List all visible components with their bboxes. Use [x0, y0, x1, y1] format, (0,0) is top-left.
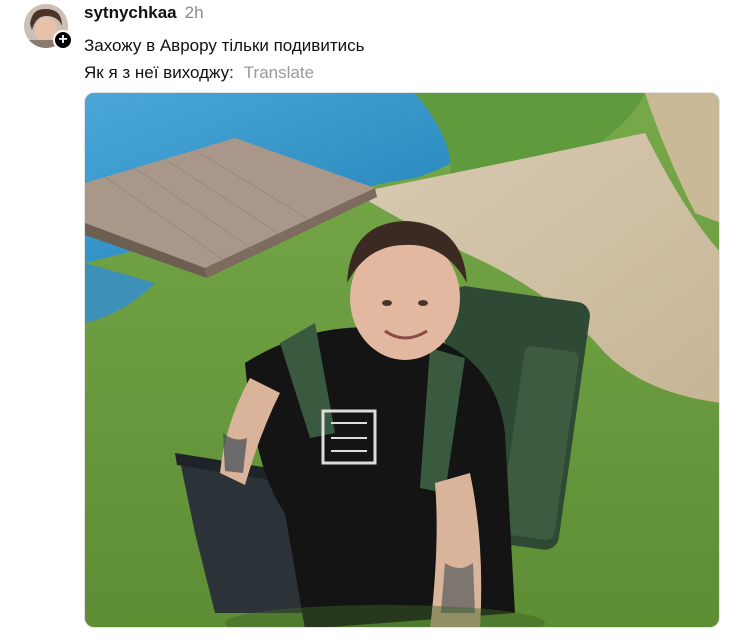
post-header: sytnychkaa 2h [84, 3, 204, 23]
avatar-container[interactable]: + [24, 4, 73, 50]
caption-line-2-text: Як я з неї виходжу: [84, 63, 234, 82]
username[interactable]: sytnychkaa [84, 3, 177, 23]
thread-post: + sytnychkaa 2h Захожу в Аврору тільки п… [0, 0, 740, 642]
post-time: 2h [184, 3, 204, 22]
caption-line-2: Як я з неї виходжу: Translate [84, 59, 364, 86]
translate-link[interactable]: Translate [244, 63, 314, 82]
photo-illustration [85, 93, 719, 627]
plus-icon[interactable]: + [53, 30, 73, 50]
post-caption: Захожу в Аврору тільки подивитись Як я з… [84, 32, 364, 86]
caption-line-1: Захожу в Аврору тільки подивитись [84, 36, 365, 55]
post-image[interactable] [84, 92, 720, 628]
